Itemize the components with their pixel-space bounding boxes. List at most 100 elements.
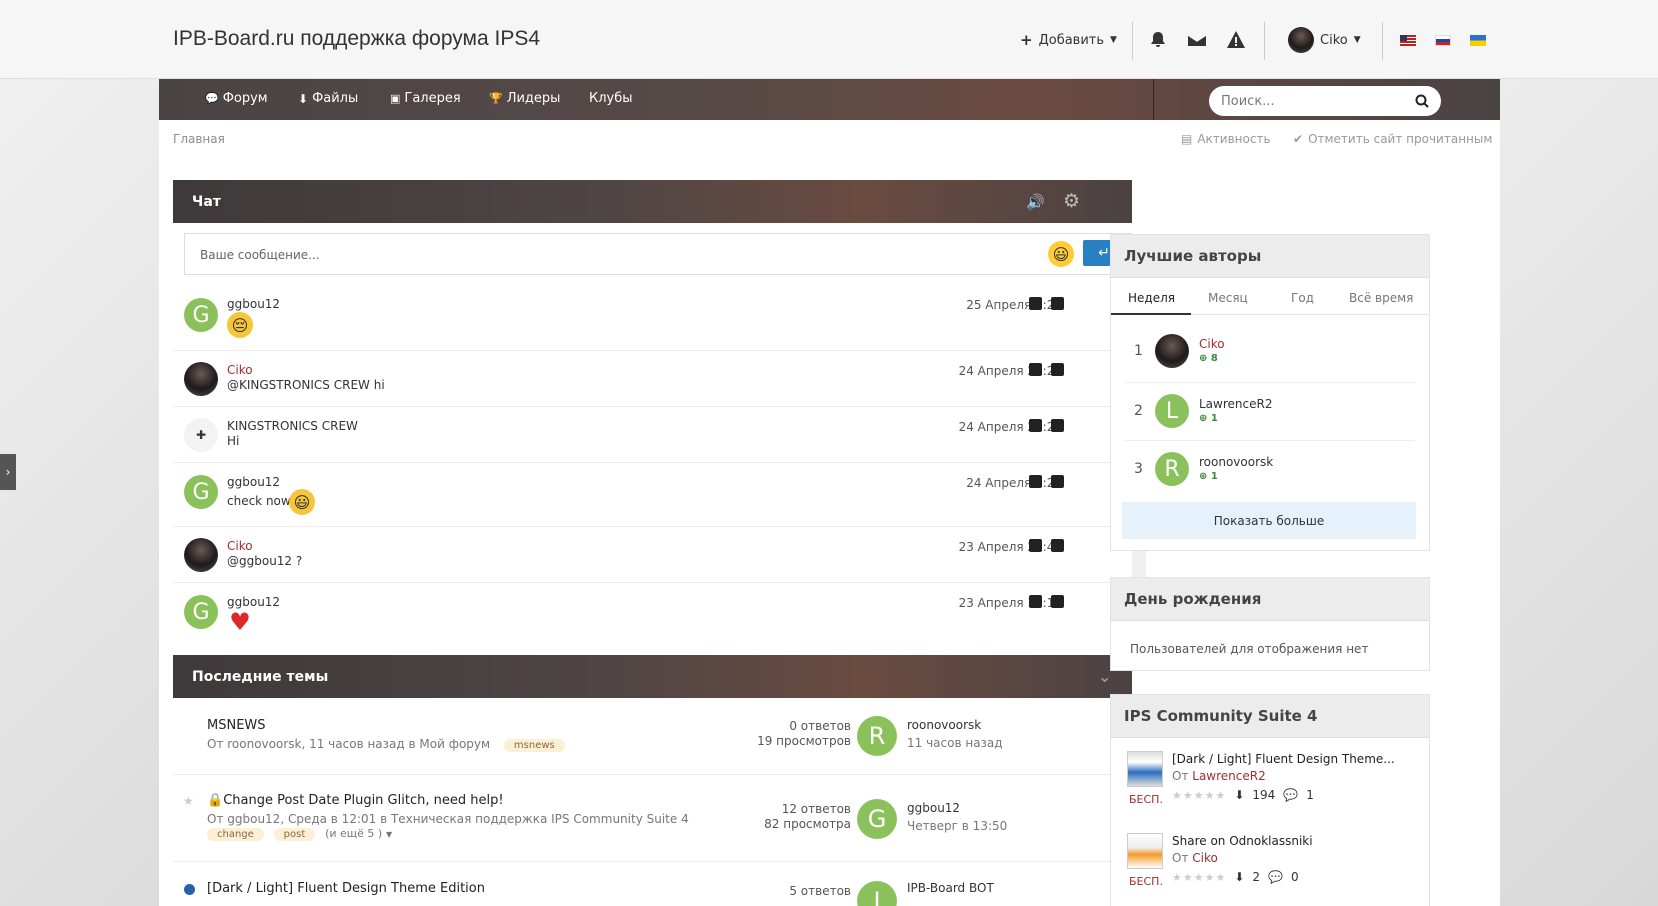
file-title[interactable]: [Dark / Light] Fluent Design Theme... bbox=[1172, 752, 1395, 766]
show-more-button[interactable]: Показать больше bbox=[1122, 502, 1416, 539]
messages-button[interactable] bbox=[1187, 22, 1207, 58]
delete-icon[interactable] bbox=[1051, 539, 1064, 552]
chat-date: 24 Апреля 22:26 bbox=[958, 364, 1062, 378]
site-title[interactable]: IPB-Board.ru поддержка форума IPS4 bbox=[173, 27, 540, 51]
download-circle-icon: ⬇ bbox=[1234, 788, 1245, 802]
edit-icon[interactable] bbox=[1029, 363, 1042, 376]
avatar[interactable]: ✚ bbox=[184, 418, 218, 452]
last-poster[interactable]: IPB-Board BOT bbox=[907, 881, 994, 895]
tab-all-time[interactable]: Всё время bbox=[1349, 291, 1413, 305]
avatar[interactable]: G bbox=[184, 595, 218, 629]
edit-icon[interactable] bbox=[1029, 419, 1042, 432]
last-poster[interactable]: roonovoorsk bbox=[907, 718, 981, 732]
avatar[interactable] bbox=[1155, 334, 1189, 368]
chat-username[interactable]: Ciko bbox=[227, 363, 253, 377]
top-authors-widget: Лучшие авторы Неделя Месяц Год Всё время… bbox=[1110, 234, 1430, 551]
notifications-button[interactable] bbox=[1148, 22, 1168, 58]
nav-forum[interactable]: 💬 Форум bbox=[205, 91, 268, 106]
user-menu[interactable]: Ciko ▼ bbox=[1288, 22, 1361, 58]
chat-message-input[interactable]: Ваше сообщение... 😃 ↵ bbox=[184, 233, 1132, 275]
chat-date: 23 Апреля 23:44 bbox=[958, 540, 1062, 554]
site-header: IPB-Board.ru поддержка форума IPS4 + Доб… bbox=[0, 0, 1658, 79]
file-stats: ★★★★★ ⬇ 2 💬 0 bbox=[1172, 870, 1299, 884]
reports-button[interactable] bbox=[1226, 22, 1246, 58]
add-menu[interactable]: + Добавить ▼ bbox=[1020, 22, 1117, 58]
last-poster[interactable]: ggbou12 bbox=[907, 801, 960, 815]
delete-icon[interactable] bbox=[1051, 595, 1064, 608]
tab-year[interactable]: Год bbox=[1291, 291, 1314, 305]
chat-username[interactable]: ggbou12 bbox=[227, 297, 280, 311]
delete-icon[interactable] bbox=[1051, 419, 1064, 432]
avatar[interactable]: R bbox=[1155, 452, 1189, 486]
volume-icon[interactable]: 🔊 bbox=[1026, 193, 1045, 211]
chat-username[interactable]: KINGSTRONICS CREW bbox=[227, 419, 358, 433]
ips-files-widget: IPS Community Suite 4 БЕСП. [Dark / Ligh… bbox=[1110, 694, 1430, 906]
topic-title[interactable]: 🔒Change Post Date Plugin Glitch, need he… bbox=[207, 793, 504, 808]
chat-username[interactable]: ggbou12 bbox=[227, 595, 280, 609]
gear-icon[interactable]: ⚙ bbox=[1063, 190, 1080, 212]
add-label: Добавить bbox=[1038, 32, 1105, 48]
avatar[interactable]: R bbox=[857, 716, 897, 756]
chat-username[interactable]: Ciko bbox=[227, 539, 253, 553]
avatar[interactable]: G bbox=[857, 799, 897, 839]
leader-score: ⊕ 8 bbox=[1199, 353, 1218, 364]
avatar bbox=[1288, 27, 1314, 53]
language-ua[interactable] bbox=[1470, 22, 1486, 58]
star-icon[interactable]: ★ bbox=[183, 794, 194, 808]
topics-title: Последние темы bbox=[192, 668, 329, 685]
file-thumbnail[interactable] bbox=[1127, 751, 1163, 787]
topic-title[interactable]: MSNEWS bbox=[207, 718, 266, 733]
mark-read-link[interactable]: ✔ Отметить сайт прочитанным bbox=[1293, 132, 1492, 146]
file-thumbnail[interactable] bbox=[1127, 833, 1163, 869]
leader-name[interactable]: LawrenceR2 bbox=[1199, 397, 1272, 411]
avatar[interactable]: G bbox=[184, 475, 218, 509]
emoji-picker-button[interactable]: 😃 bbox=[1048, 241, 1074, 267]
tag[interactable]: change bbox=[207, 828, 264, 841]
breadcrumb[interactable]: Главная bbox=[173, 132, 225, 146]
avatar[interactable]: G bbox=[184, 298, 218, 332]
file-item: БЕСП. Share on Odnoklassniki От Ciko ★★★… bbox=[1111, 825, 1429, 902]
leader-name[interactable]: roonovoorsk bbox=[1199, 455, 1273, 469]
chat-message: G ggbou12 ♥ 23 Апреля 14:10 bbox=[173, 583, 1132, 646]
nav-leaders[interactable]: 🏆 Лидеры bbox=[489, 91, 560, 106]
avatar[interactable] bbox=[184, 538, 218, 572]
nav-files[interactable]: ⬇ Файлы bbox=[298, 91, 358, 106]
avatar[interactable]: I bbox=[857, 881, 897, 906]
chat-username[interactable]: ggbou12 bbox=[227, 475, 280, 489]
delete-icon[interactable] bbox=[1051, 475, 1064, 488]
chat-text: @KINGSTRONICS CREW hi bbox=[227, 378, 385, 392]
file-title[interactable]: Share on Odnoklassniki bbox=[1172, 834, 1313, 848]
edit-icon[interactable] bbox=[1029, 539, 1042, 552]
language-ru[interactable] bbox=[1435, 22, 1451, 58]
topic-title[interactable]: [Dark / Light] Fluent Design Theme Editi… bbox=[207, 881, 485, 896]
tab-month[interactable]: Месяц bbox=[1208, 291, 1248, 305]
nav-gallery[interactable]: ▣ Галерея bbox=[390, 91, 461, 106]
lock-icon: 🔒 bbox=[207, 793, 224, 808]
edit-icon[interactable] bbox=[1029, 297, 1042, 310]
check-icon: ✔ bbox=[1293, 132, 1304, 146]
chat-title: Чат bbox=[192, 193, 221, 210]
delete-icon[interactable] bbox=[1051, 363, 1064, 376]
widget-title: День рождения bbox=[1111, 578, 1429, 621]
chat-text: check now bbox=[227, 494, 291, 508]
nav-clubs[interactable]: Клубы bbox=[589, 91, 633, 106]
avatar[interactable]: L bbox=[1155, 394, 1189, 428]
expand-sidebar-button[interactable]: › bbox=[0, 454, 16, 490]
tag[interactable]: msnews bbox=[503, 739, 565, 752]
tag[interactable]: post bbox=[273, 828, 316, 841]
unread-dot-icon bbox=[184, 884, 195, 895]
topics-header: Последние темы ⌄ bbox=[173, 655, 1132, 698]
chat-message: G ggbou12 😔 25 Апреля 5:23 bbox=[173, 285, 1132, 351]
edit-icon[interactable] bbox=[1029, 595, 1042, 608]
activity-link[interactable]: ▤ Активность bbox=[1181, 132, 1271, 146]
edit-icon[interactable] bbox=[1029, 475, 1042, 488]
topic-stats: 12 ответов 82 просмотра bbox=[764, 802, 851, 831]
more-tags[interactable]: (и ещё 5 ) bbox=[325, 827, 382, 840]
avatar[interactable] bbox=[184, 362, 218, 396]
free-badge: БЕСП. bbox=[1129, 793, 1163, 806]
language-en[interactable] bbox=[1400, 22, 1416, 58]
leader-name[interactable]: Ciko bbox=[1199, 337, 1225, 351]
search-input[interactable]: Поиск... bbox=[1209, 86, 1441, 116]
tab-week[interactable]: Неделя bbox=[1128, 291, 1175, 305]
delete-icon[interactable] bbox=[1051, 297, 1064, 310]
